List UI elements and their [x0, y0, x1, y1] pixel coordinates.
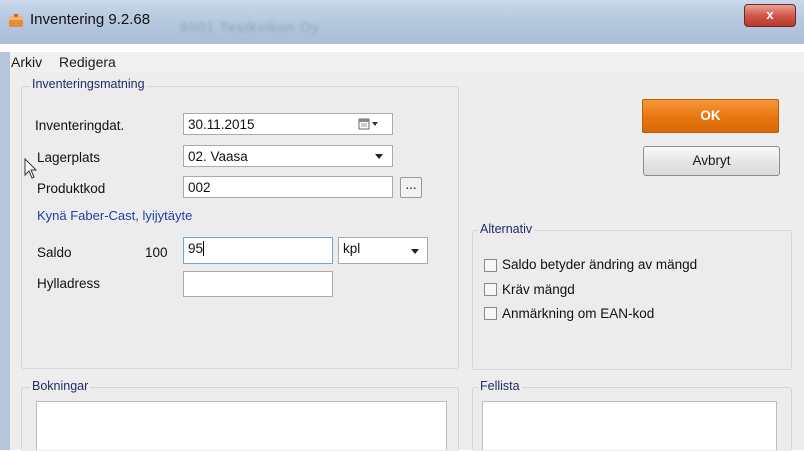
- app-icon: [9, 14, 23, 27]
- menu-bar: Arkiv Redigera: [10, 52, 804, 72]
- checkbox-ean-note[interactable]: [484, 307, 497, 320]
- cancel-label: Avbryt: [692, 153, 731, 168]
- cancel-button[interactable]: Avbryt: [643, 146, 780, 176]
- bookings-group-title: Bokningar: [30, 379, 91, 393]
- menu-redigera[interactable]: Redigera: [59, 54, 116, 70]
- product-value: 002: [188, 180, 211, 195]
- window-frame: [0, 52, 10, 450]
- checkbox-label-require-quantity: Kräv mängd: [502, 282, 575, 297]
- unit-value: kpl: [343, 241, 361, 256]
- browse-label: ...: [405, 177, 417, 192]
- window-title: Inventering 9.2.68: [30, 11, 151, 28]
- date-value: 30.11.2015: [188, 117, 255, 132]
- quantity-value: 95: [188, 241, 204, 256]
- product-name: Kynä Faber-Cast, lyijytäyte: [37, 208, 193, 223]
- checkbox-label-ean-note: Anmärkning om EAN-kod: [502, 306, 655, 321]
- checkbox-require-quantity[interactable]: [484, 283, 497, 296]
- checkbox-saldo-change[interactable]: [484, 259, 497, 272]
- chevron-down-icon: [411, 249, 419, 254]
- options-group-title: Alternativ: [478, 222, 535, 236]
- ok-button[interactable]: OK: [642, 99, 779, 133]
- options-group: [472, 230, 792, 370]
- window-subtitle: 6001 Testkvikon Oy: [180, 19, 320, 35]
- bookings-list[interactable]: [36, 401, 447, 450]
- text-caret: [203, 241, 205, 256]
- location-label: Lagerplats: [37, 150, 101, 165]
- errors-list[interactable]: [482, 401, 777, 450]
- unit-select[interactable]: kpl: [338, 237, 428, 264]
- chevron-down-icon: [375, 154, 383, 159]
- quantity-field[interactable]: 95: [183, 237, 333, 264]
- browse-button[interactable]: ...: [400, 177, 422, 198]
- calendar-icon[interactable]: [358, 118, 382, 130]
- title-bar[interactable]: Inventering 9.2.68 6001 Testkvikon Oy x: [0, 0, 804, 44]
- date-field[interactable]: 30.11.2015: [183, 113, 393, 135]
- balance-value: 100: [145, 245, 168, 260]
- product-label: Produktkod: [37, 181, 106, 196]
- location-select[interactable]: 02. Vaasa: [183, 145, 393, 167]
- mouse-cursor-icon: [24, 158, 38, 179]
- shelf-label: Hylladress: [37, 276, 101, 291]
- date-label: Inventeringdat.: [35, 118, 125, 133]
- ok-label: OK: [700, 108, 721, 123]
- location-value: 02. Vaasa: [188, 149, 248, 164]
- close-icon: x: [766, 7, 774, 22]
- checkbox-label-saldo-change: Saldo betyder ändring av mängd: [502, 257, 698, 272]
- product-field[interactable]: 002: [183, 176, 393, 198]
- errors-group-title: Fellista: [478, 379, 522, 393]
- close-button[interactable]: x: [744, 4, 796, 27]
- shelf-field[interactable]: [183, 271, 333, 297]
- inventory-group-title: Inventeringsmatning: [30, 77, 147, 91]
- menu-arkiv[interactable]: Arkiv: [11, 54, 42, 70]
- balance-label: Saldo: [37, 245, 72, 260]
